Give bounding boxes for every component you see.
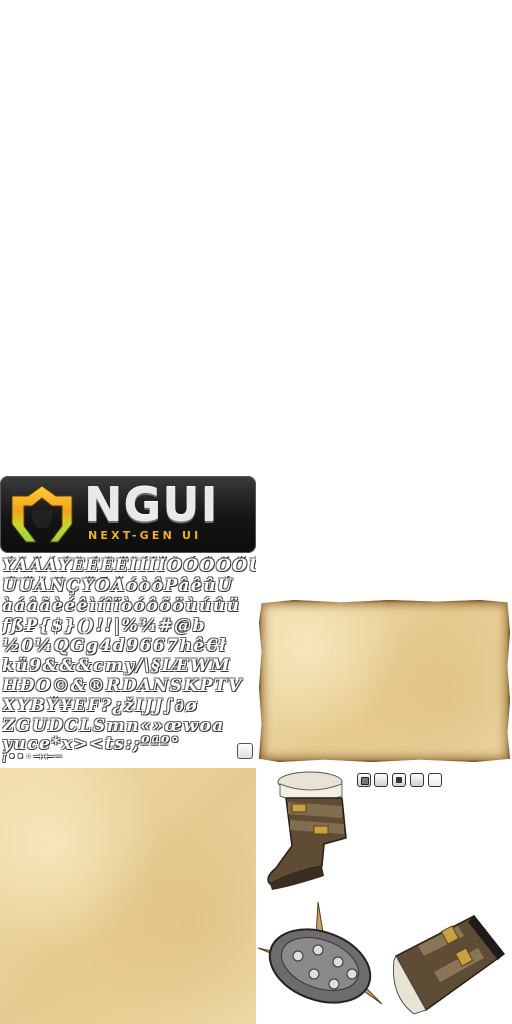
spiked-shield-icon: [258, 901, 383, 1005]
glyph-row: fß₽{$}()!!|%¾#@b: [2, 616, 206, 636]
glyph-row: ZGUDCLSmn«»œwoa: [2, 716, 225, 736]
button-sprite-dark: [392, 773, 406, 787]
logo-title: NGUI: [84, 478, 219, 532]
parchment-tile: [0, 768, 256, 1024]
glyph-row: kü9&&&cтy/\§IÆWM: [2, 656, 231, 676]
glyph-row: àáâãèéêìíîïòóôõöùúûü: [2, 596, 241, 616]
parchment-panel-border: [259, 600, 510, 762]
button-sprite-pressed: [357, 773, 371, 787]
glyph-row: HÐO©&®RDANSKPTV: [2, 676, 243, 696]
glyph-row: XYBŸ¥EF?¿žIJJ∫∂ø: [2, 696, 199, 716]
bracer-icon: [392, 915, 506, 1015]
font-glyph-atlas: ÝÂÄÁÝÈÉÊËÌÍÎÏÒÓÔÕÖÙÚ ÛÜÅÑÇŸŌÄóòôPâêûÚ àá…: [0, 556, 256, 764]
button-sprite-normal: [410, 773, 424, 787]
glyph-row: ÛÜÅÑÇŸŌÄóòôPâêûÚ: [2, 576, 234, 596]
button-sprite-normal: [374, 773, 388, 787]
button-sprite-light: [428, 773, 442, 787]
glyph-row: ½0¼QGg4d9667hê€ł: [2, 636, 228, 656]
checkbox-sprite: [237, 743, 253, 759]
glyph-row: ¡••◦→←─: [2, 750, 63, 763]
logo-mark-icon: [11, 485, 73, 543]
logo-subtitle: NEXT-GEN UI: [88, 529, 202, 542]
boot-icon: [267, 771, 347, 890]
glyph-row: ÝÂÄÁÝÈÉÊËÌÍÎÏÒÓÔÕÖÙÚ: [2, 556, 256, 576]
